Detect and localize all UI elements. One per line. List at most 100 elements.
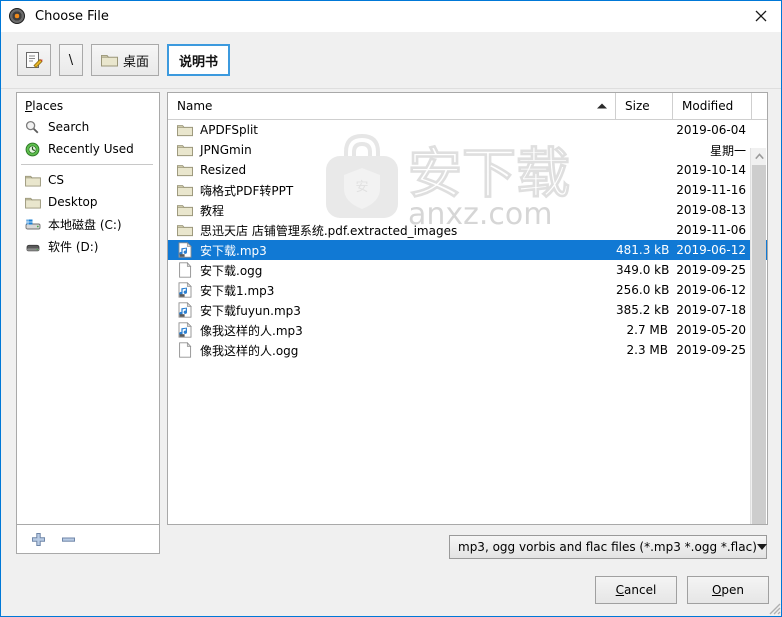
sidebar-item-desktop[interactable]: Desktop	[17, 191, 159, 213]
file-list-body: 安 安下载 anxz.com APDFSplit 2019-06-04 JPNGmi…	[168, 120, 767, 524]
cancel-button[interactable]: Cancel	[595, 576, 677, 604]
folder-icon	[101, 55, 118, 67]
sidebar-item-search[interactable]: Search	[17, 116, 159, 138]
file-name-cell: 思迅天店 店铺管理系统.pdf.extracted_images	[168, 222, 616, 239]
file-name-cell: APDFSplit	[168, 122, 616, 138]
cancel-button-label: Cancel	[615, 583, 657, 597]
file-modified-cell: 2019-11-16	[676, 183, 746, 197]
table-row[interactable]: Resized 2019-10-14	[168, 160, 767, 180]
table-row[interactable]: 安下载.ogg 349.0 kB 2019-09-25	[168, 260, 767, 280]
file-name-cell: 像我这样的人.mp3	[168, 322, 616, 339]
table-row[interactable]: 思迅天店 店铺管理系统.pdf.extracted_images 2019-11-…	[168, 220, 767, 240]
file-name-label: JPNGmin	[200, 143, 252, 157]
scrollbar-thumb[interactable]	[752, 165, 766, 524]
table-row[interactable]: JPNGmin 星期一	[168, 140, 767, 160]
close-icon[interactable]	[738, 1, 781, 31]
sort-ascending-icon	[597, 103, 607, 109]
dialog-content: Places Search Recently Used CS Desktop 本…	[1, 89, 781, 557]
file-name-label: 教程	[200, 203, 225, 218]
folder-icon	[177, 145, 193, 157]
sidebar-item-label: 软件 (D:)	[48, 239, 99, 254]
table-row[interactable]: 嗨格式PDF转PPT 2019-11-16	[168, 180, 767, 200]
generic-file-icon	[179, 342, 192, 358]
sidebar-item-cs[interactable]: CS	[17, 169, 159, 191]
file-size-cell: 256.0 kB	[616, 283, 670, 297]
audio-file-icon	[178, 242, 192, 258]
table-row[interactable]: 安下载1.mp3 256.0 kB 2019-06-12	[168, 280, 767, 300]
file-name-cell: Resized	[168, 162, 616, 178]
remove-place-button[interactable]	[57, 528, 79, 550]
file-name-label: 安下载.ogg	[200, 263, 263, 278]
file-name-cell: 像我这样的人.ogg	[168, 342, 616, 359]
path-desktop-button[interactable]: 桌面	[91, 44, 160, 76]
table-row[interactable]: APDFSplit 2019-06-04	[168, 120, 767, 140]
file-modified-cell: 2019-10-14	[676, 163, 746, 177]
path-root-button[interactable]: \	[59, 44, 83, 76]
file-name-label: 嗨格式PDF转PPT	[200, 183, 294, 198]
sidebar-divider	[21, 164, 153, 165]
table-row[interactable]: 教程 2019-08-13	[168, 200, 767, 220]
sidebar-item-label: CS	[48, 173, 64, 187]
record-disc-icon	[9, 8, 26, 25]
file-name-cell: 安下载1.mp3	[168, 282, 616, 299]
file-name-label: 像我这样的人.mp3	[200, 323, 303, 338]
file-name-cell: 嗨格式PDF转PPT	[168, 182, 616, 199]
type-location-button[interactable]	[17, 44, 51, 76]
dialog-footer: mp3, ogg vorbis and flac files (*.mp3 *.…	[1, 535, 781, 616]
table-row-selected[interactable]: 安下载.mp3 481.3 kB 2019-06-12	[168, 240, 767, 260]
sidebar-item-recently-used[interactable]: Recently Used	[17, 138, 159, 160]
file-size-cell: 2.7 MB	[626, 323, 668, 337]
places-panel: Places Search Recently Used CS Desktop 本…	[16, 92, 160, 525]
file-modified-cell: 2019-06-12	[676, 243, 746, 257]
file-modified-cell: 2019-09-25	[676, 263, 746, 277]
file-name-cell: 教程	[168, 202, 616, 219]
table-row[interactable]: 像我这样的人.ogg 2.3 MB 2019-09-25	[168, 340, 767, 360]
open-button[interactable]: Open	[687, 576, 769, 604]
column-header-name[interactable]: Name	[168, 93, 616, 119]
places-footer	[16, 525, 160, 554]
file-size-cell: 385.2 kB	[616, 303, 670, 317]
sidebar-item-label: Recently Used	[48, 142, 134, 156]
places-header: Places	[25, 99, 64, 113]
add-place-button[interactable]	[27, 528, 49, 550]
sidebar-item-label: Search	[48, 120, 90, 134]
path-toolbar: \ 桌面 说明书	[1, 32, 781, 89]
open-button-label: Open	[711, 583, 745, 597]
file-size-cell: 349.0 kB	[616, 263, 670, 277]
path-root-label: \	[68, 52, 74, 68]
recent-clock-icon	[25, 141, 42, 157]
folder-icon	[177, 125, 193, 137]
path-current-button[interactable]: 说明书	[167, 44, 231, 76]
file-name-label: APDFSplit	[200, 123, 258, 137]
column-header-modified[interactable]: Modified	[673, 93, 752, 119]
file-name-cell: 安下载.ogg	[168, 262, 616, 279]
file-size-cell: 481.3 kB	[616, 243, 670, 257]
places-header-label: laces	[32, 99, 64, 113]
audio-file-icon	[178, 282, 192, 298]
column-header-name-label: Name	[177, 99, 213, 113]
file-modified-cell: 2019-06-04	[676, 123, 746, 137]
harddisk-icon	[25, 216, 42, 232]
table-row[interactable]: 像我这样的人.mp3 2.7 MB 2019-05-20	[168, 320, 767, 340]
file-modified-cell: 2019-05-20	[676, 323, 746, 337]
file-list-scrollbar[interactable]	[750, 148, 766, 524]
audio-file-icon	[178, 302, 192, 318]
sidebar-item-local-disk-c[interactable]: 本地磁盘 (C:)	[17, 213, 159, 235]
file-modified-cell: 2019-08-13	[676, 203, 746, 217]
folder-icon	[177, 185, 193, 197]
file-name-label: 思迅天店 店铺管理系统.pdf.extracted_images	[200, 223, 458, 238]
folder-icon	[177, 205, 193, 217]
file-name-label: 安下载fuyun.mp3	[200, 303, 301, 318]
file-name-cell: JPNGmin	[168, 142, 616, 158]
resize-grip-icon[interactable]	[765, 599, 781, 615]
sidebar-item-software-d[interactable]: 软件 (D:)	[17, 235, 159, 257]
table-row[interactable]: 安下载fuyun.mp3 385.2 kB 2019-07-18	[168, 300, 767, 320]
search-icon	[25, 119, 42, 135]
audio-file-icon	[178, 322, 192, 338]
sidebar-item-label: Desktop	[48, 195, 98, 209]
scroll-up-icon[interactable]	[751, 148, 767, 164]
title-bar: Choose File	[1, 1, 781, 33]
file-type-filter-select[interactable]: mp3, ogg vorbis and flac files (*.mp3 *.…	[449, 535, 767, 559]
column-header-size[interactable]: Size	[616, 93, 673, 119]
path-desktop-label: 桌面	[123, 54, 150, 70]
